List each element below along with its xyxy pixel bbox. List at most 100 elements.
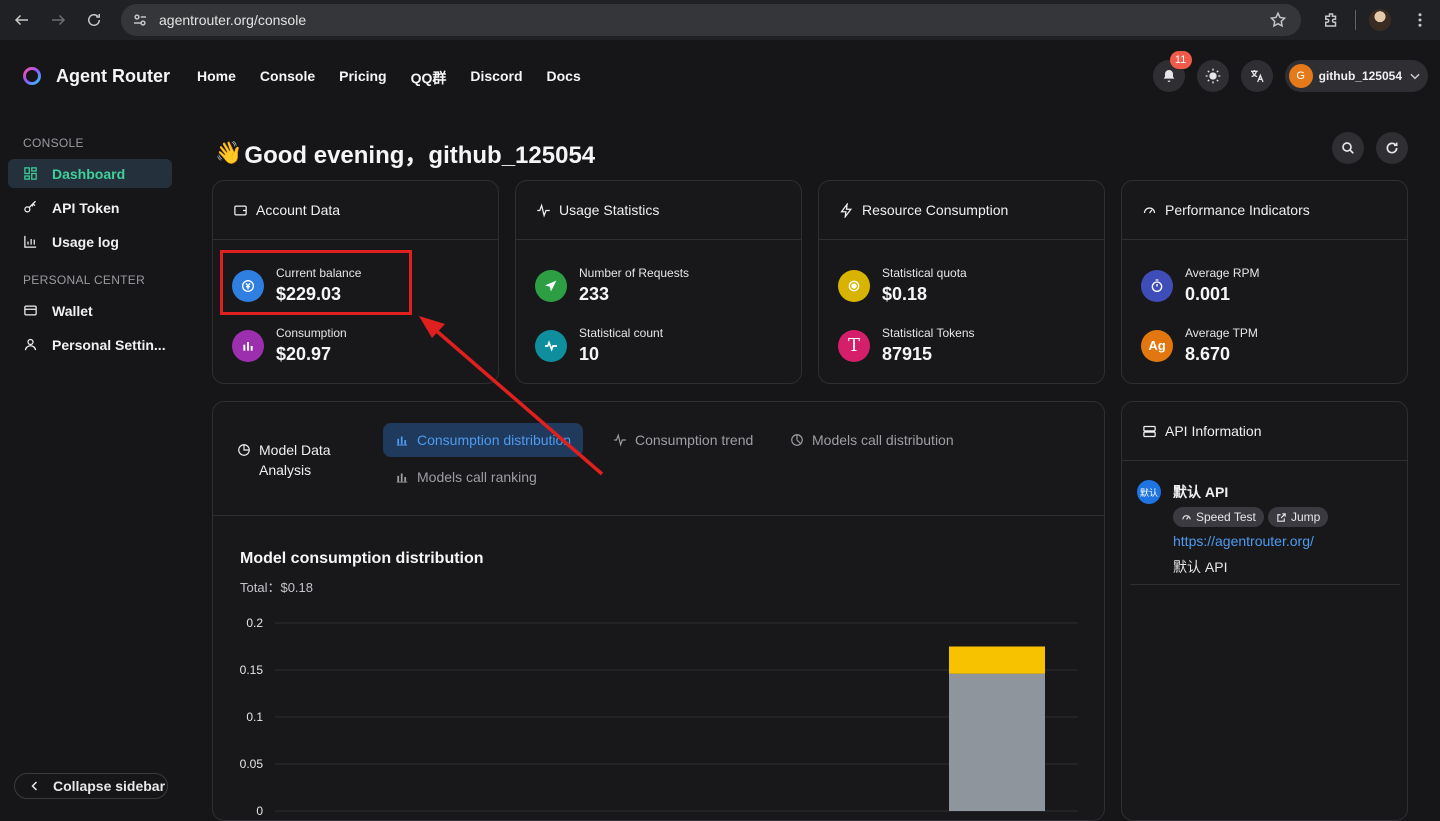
chart-title: Model consumption distribution bbox=[240, 550, 484, 567]
search-icon bbox=[1342, 142, 1354, 154]
sidebar-item-label: Wallet bbox=[52, 302, 93, 319]
top-nav: Home Console Pricing QQ群 Discord Docs bbox=[197, 68, 605, 88]
profile-avatar bbox=[1369, 9, 1391, 31]
card-title: Performance Indicators bbox=[1165, 202, 1310, 218]
app-header: Agent Router Home Console Pricing QQ群 Di… bbox=[0, 40, 1440, 112]
tab-label: Models call ranking bbox=[417, 469, 537, 485]
speed-test-button[interactable]: Speed Test bbox=[1173, 507, 1264, 527]
tab-consumption-distribution[interactable]: Consumption distribution bbox=[383, 423, 584, 457]
nav-docs[interactable]: Docs bbox=[547, 68, 581, 88]
tab-models-call-distribution[interactable]: Models call distribution bbox=[778, 423, 966, 457]
pulse-icon bbox=[614, 433, 626, 447]
stopwatch-icon bbox=[1141, 269, 1173, 302]
analysis-title-line: Model Data bbox=[259, 442, 331, 458]
nav-home[interactable]: Home bbox=[197, 68, 236, 88]
analysis-title-line: Analysis bbox=[259, 462, 312, 478]
url-text[interactable]: agentrouter.org/console bbox=[159, 12, 306, 28]
tab-consumption-trend[interactable]: Consumption trend bbox=[601, 423, 765, 457]
notifications-button[interactable]: 11 bbox=[1152, 51, 1192, 92]
sidebar-item-wallet[interactable]: Wallet bbox=[8, 296, 172, 325]
browser-menu-button[interactable] bbox=[1400, 0, 1440, 40]
pulse-icon bbox=[535, 329, 567, 362]
site-settings-icon[interactable] bbox=[131, 11, 149, 29]
bar-segment[interactable] bbox=[949, 646, 1045, 674]
sun-icon bbox=[1205, 68, 1220, 84]
jump-button[interactable]: Jump bbox=[1268, 507, 1329, 527]
send-icon bbox=[535, 269, 567, 302]
bar-chart-icon bbox=[396, 436, 408, 446]
stat-label: Number of Requests bbox=[579, 266, 690, 280]
pill-label: Speed Test bbox=[1196, 510, 1256, 524]
nav-pricing[interactable]: Pricing bbox=[339, 68, 386, 88]
collapse-sidebar-button[interactable]: Collapse sidebar bbox=[14, 773, 168, 799]
nav-discord[interactable]: Discord bbox=[470, 68, 522, 88]
profile-button[interactable] bbox=[1360, 0, 1400, 40]
api-description: 默认 API bbox=[1173, 559, 1228, 575]
stat-average-tpm: Ag Average TPM 8.670 bbox=[1141, 326, 1258, 365]
stat-label: Statistical quota bbox=[882, 266, 967, 280]
sidebar-item-dashboard[interactable]: Dashboard bbox=[8, 159, 172, 188]
user-avatar: G bbox=[1288, 64, 1313, 88]
pie-chart-icon bbox=[791, 434, 803, 446]
arrow-right-icon bbox=[52, 14, 66, 26]
user-icon bbox=[24, 338, 37, 351]
stat-statistical-tokens: T Statistical Tokens 87915 bbox=[838, 326, 975, 365]
sidebar-item-label: Dashboard bbox=[52, 165, 126, 182]
y-tick-label: 0.05 bbox=[240, 757, 264, 771]
notification-badge: 11 bbox=[1169, 51, 1192, 69]
y-tick-label: 0 bbox=[256, 804, 263, 817]
y-tick-label: 0.2 bbox=[246, 616, 263, 630]
chart-icon bbox=[24, 235, 37, 248]
bookmark-star-icon[interactable] bbox=[1269, 11, 1287, 29]
browser-actions bbox=[1311, 0, 1440, 40]
api-badge: 默认 bbox=[1137, 480, 1161, 504]
refresh-button[interactable] bbox=[1376, 132, 1408, 164]
user-menu[interactable]: G github_125054 bbox=[1284, 60, 1428, 92]
stat-label: Consumption bbox=[276, 326, 347, 340]
forward-button[interactable] bbox=[40, 2, 76, 38]
sidebar-item-api-token[interactable]: API Token bbox=[8, 193, 172, 222]
gauge-icon bbox=[1143, 206, 1156, 213]
text-t-icon: T bbox=[838, 329, 870, 362]
theme-toggle-button[interactable] bbox=[1196, 60, 1229, 92]
y-tick-label: 0.1 bbox=[246, 710, 263, 724]
card-header: API Information bbox=[1122, 402, 1407, 461]
coin-icon bbox=[838, 269, 870, 302]
back-button[interactable] bbox=[4, 2, 40, 38]
card-header: Account Data bbox=[213, 181, 498, 240]
wallet-icon bbox=[234, 205, 247, 215]
bar-chart-icon bbox=[396, 473, 408, 483]
sidebar: CONSOLE Dashboard API Token Usage log PE… bbox=[0, 112, 180, 810]
chart-total: Total：$0.18 bbox=[240, 577, 313, 596]
brand-name[interactable]: Agent Router bbox=[56, 66, 170, 87]
divider bbox=[1355, 10, 1356, 30]
reload-icon bbox=[88, 14, 100, 26]
stat-value: 233 bbox=[579, 284, 610, 304]
chevron-left-icon bbox=[31, 781, 38, 791]
more-vertical-icon bbox=[1418, 13, 1422, 27]
nav-console[interactable]: Console bbox=[260, 68, 315, 88]
stat-number-of-requests: Number of Requests 233 bbox=[535, 266, 689, 305]
extensions-button[interactable] bbox=[1311, 0, 1351, 40]
agent-router-logo[interactable] bbox=[22, 66, 42, 86]
stat-value: 10 bbox=[579, 344, 600, 364]
language-button[interactable] bbox=[1240, 60, 1273, 92]
bar-segment[interactable] bbox=[949, 673, 1045, 811]
chart-total-label: Total： bbox=[240, 580, 281, 595]
tab-label: Consumption distribution bbox=[417, 432, 572, 448]
api-url-link[interactable]: https://agentrouter.org/ bbox=[1173, 533, 1314, 549]
api-name: 默认 API bbox=[1173, 484, 1229, 500]
pie-chart-icon bbox=[238, 444, 250, 456]
tab-models-call-ranking[interactable]: Models call ranking bbox=[383, 460, 549, 494]
reload-button[interactable] bbox=[76, 2, 112, 38]
resource-consumption-card: Resource Consumption Statistical quota $… bbox=[818, 180, 1105, 384]
search-button[interactable] bbox=[1332, 132, 1364, 164]
sidebar-item-personal-settings[interactable]: Personal Settin... bbox=[8, 330, 172, 359]
address-bar[interactable]: agentrouter.org/console bbox=[121, 4, 1301, 36]
card-header: Resource Consumption bbox=[819, 181, 1104, 240]
sidebar-item-usage-log[interactable]: Usage log bbox=[8, 227, 172, 256]
y-tick-label: 0.15 bbox=[240, 663, 264, 677]
nav-qq[interactable]: QQ群 bbox=[411, 68, 447, 88]
chart-total-value: $0.18 bbox=[280, 580, 314, 595]
stat-label: Statistical Tokens bbox=[882, 326, 975, 340]
